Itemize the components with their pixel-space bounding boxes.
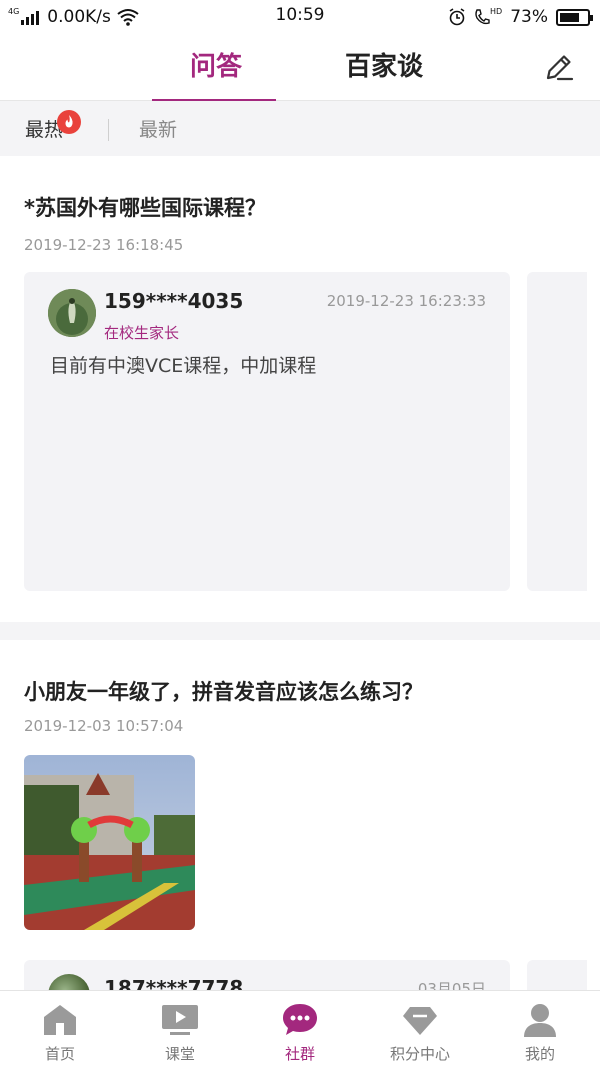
nav-home-label: 首页: [44, 1045, 75, 1063]
filter-new[interactable]: 最新: [139, 115, 177, 142]
top-tab-bar: 问答 百家谈: [0, 34, 600, 101]
status-right: HD 73%: [448, 5, 593, 29]
nav-community-label: 社群: [284, 1045, 315, 1063]
hd-label: HD: [490, 7, 503, 16]
home-icon: [44, 1005, 76, 1035]
answer-username: 159****4035: [104, 289, 244, 313]
question-card[interactable]: *苏国外有哪些国际课程？ 2019-12-23 16:18:45 159****…: [0, 156, 600, 622]
nav-community[interactable]: 社群: [240, 991, 360, 1067]
bottom-nav: 首页 课堂 社群 积分中心 我的: [0, 990, 600, 1067]
alarm-icon: [449, 8, 465, 26]
tab-qa[interactable]: 问答: [190, 46, 242, 83]
question-title[interactable]: *苏国外有哪些国际课程？: [24, 192, 266, 222]
battery-icon: [556, 8, 593, 26]
nav-points[interactable]: 积分中心: [360, 991, 480, 1067]
user-icon: [524, 1004, 556, 1037]
fire-icon: [57, 110, 81, 134]
answer-card[interactable]: 159****4035 在校生家长 2019-12-23 16:23:33 目前…: [24, 272, 510, 591]
sort-filter-bar: 最热 最新: [0, 101, 600, 156]
answer-time: 2019-12-23 16:23:33: [326, 292, 486, 310]
video-play-icon: [162, 1005, 198, 1035]
question-photo[interactable]: [24, 755, 195, 930]
tab-baijiatan[interactable]: 百家谈: [345, 46, 423, 83]
nav-mine-label: 我的: [524, 1045, 555, 1063]
nav-classroom-label: 课堂: [164, 1045, 195, 1063]
diamond-icon: [403, 1007, 437, 1035]
status-bar: 4G 0.00K/s 10:59 HD 73%: [0, 0, 600, 34]
nav-points-label: 积分中心: [389, 1045, 450, 1063]
section-divider: [0, 622, 600, 640]
filter-divider: [108, 119, 109, 141]
next-answer-card[interactable]: [527, 272, 587, 591]
question-title[interactable]: 小朋友一年级了，拼音发音应该怎么练习？: [24, 676, 423, 706]
call-icon: [475, 9, 490, 25]
edit-pencil-icon[interactable]: [542, 50, 576, 84]
question-date: 2019-12-23 16:18:45: [24, 236, 184, 254]
nav-mine[interactable]: 我的: [480, 991, 600, 1067]
nav-home[interactable]: 首页: [0, 991, 120, 1067]
question-card[interactable]: 小朋友一年级了，拼音发音应该怎么练习？ 2019-12-03 10:57:04: [0, 640, 600, 1016]
answer-text: 目前有中澳VCE课程，中加课程: [50, 355, 317, 377]
chat-bubble-icon: [283, 1004, 317, 1035]
answer-user-role: 在校生家长: [104, 324, 180, 342]
nav-classroom[interactable]: 课堂: [120, 991, 240, 1067]
avatar: [48, 289, 96, 337]
battery-percent: 73%: [510, 7, 548, 27]
question-date: 2019-12-03 10:57:04: [24, 717, 184, 735]
